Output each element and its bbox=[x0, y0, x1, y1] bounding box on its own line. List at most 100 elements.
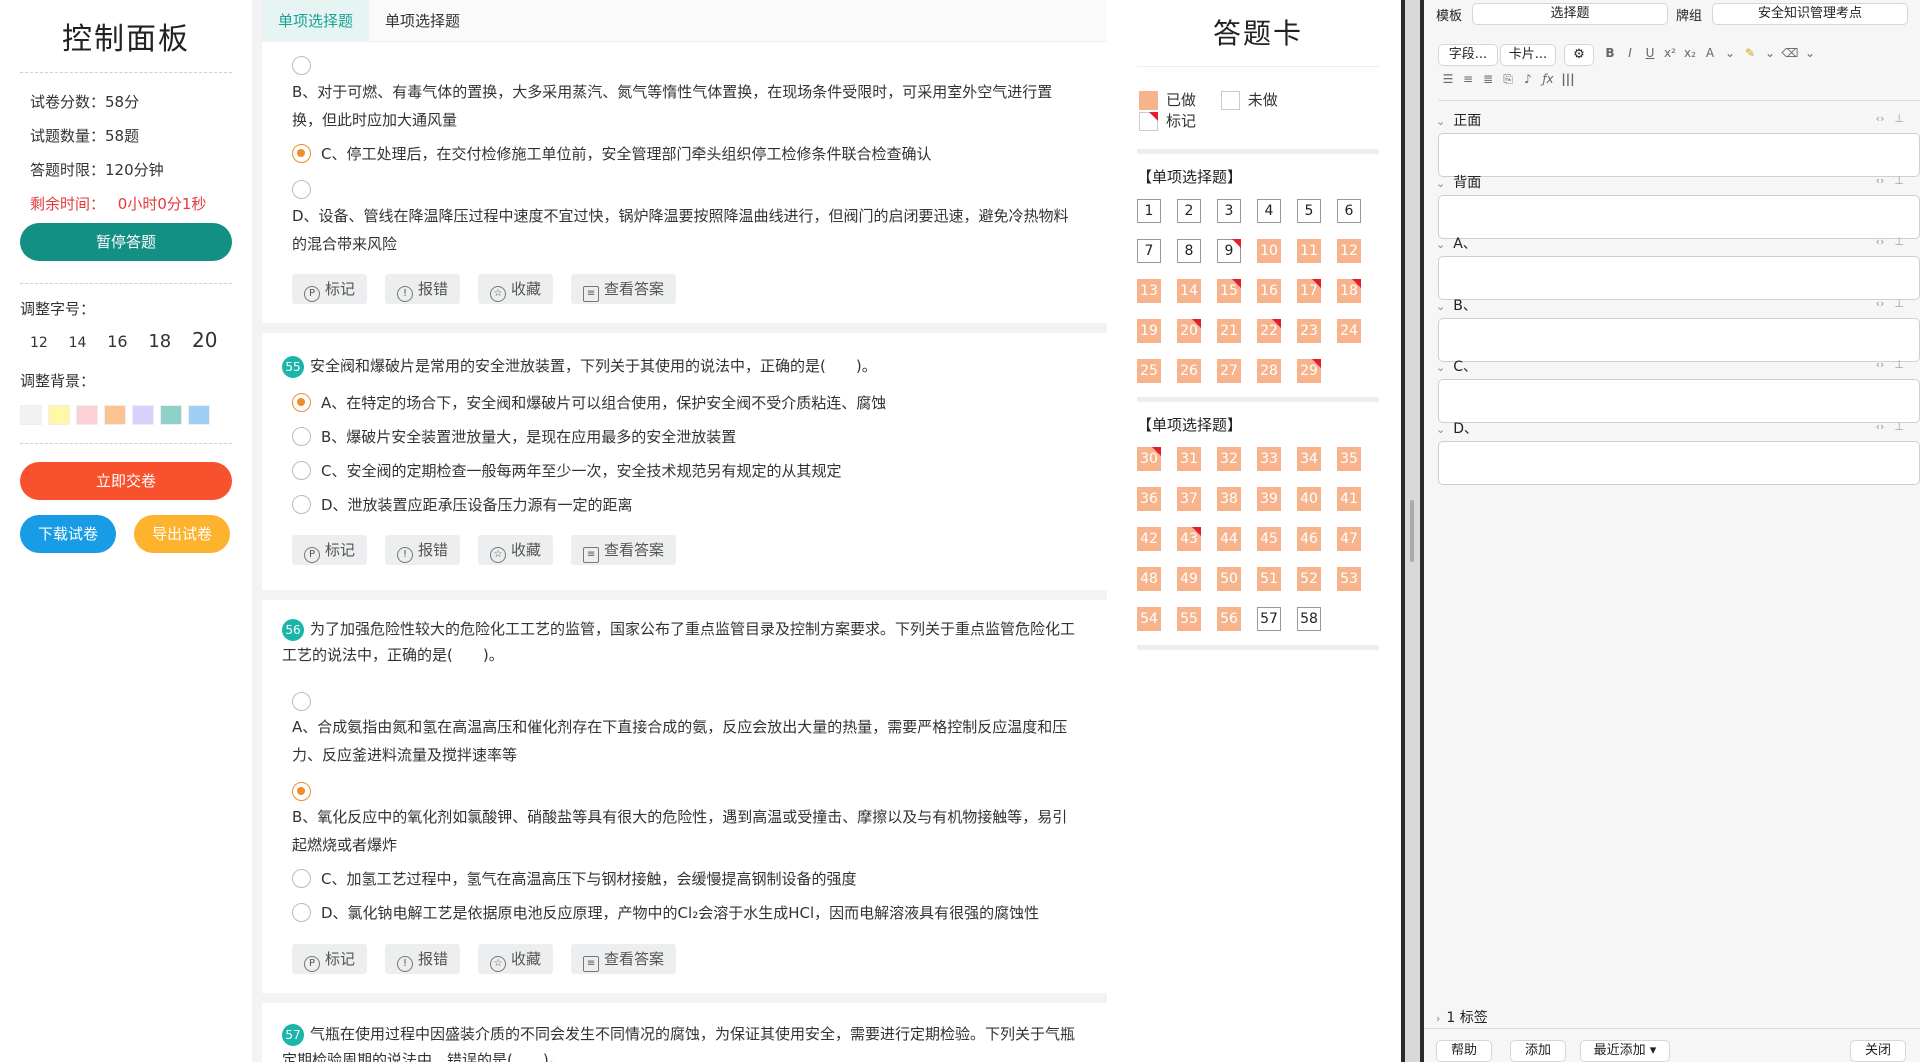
option-a[interactable] bbox=[292, 52, 1077, 80]
deck-select[interactable]: 安全知识管理考点 bbox=[1712, 3, 1908, 25]
radio-d[interactable] bbox=[292, 494, 311, 514]
answer-cell[interactable]: 26 bbox=[1177, 359, 1201, 383]
option-c[interactable]: C、加氢工艺过程中，氢气在高温高压下与钢材接触，会缓慢提高钢制设备的强度 bbox=[292, 865, 1077, 893]
option-d[interactable]: D、氯化钠电解工艺是依据原电池反应原理，产物中的Cl₂会溶于水生成HCl，因而电… bbox=[292, 899, 1077, 927]
answer-cell[interactable]: 5 bbox=[1297, 199, 1321, 223]
pin-icon[interactable]: ⊥ bbox=[1894, 235, 1904, 248]
option-a[interactable]: A、在特定的场合下，安全阀和爆破片可以组合使用，保护安全阀不受介质粘连、腐蚀 bbox=[292, 389, 1077, 417]
answer-cell[interactable]: 36 bbox=[1137, 487, 1161, 511]
report-button[interactable]: ! 报错 bbox=[385, 274, 461, 304]
mark-button[interactable]: P 标记 bbox=[292, 274, 368, 304]
option-d-radio-row[interactable] bbox=[292, 176, 1077, 204]
answer-cell[interactable]: 47 bbox=[1337, 527, 1361, 551]
font-size-12[interactable]: 12 bbox=[30, 335, 48, 351]
tags-toggle[interactable]: › 1 标签 bbox=[1436, 1007, 1488, 1027]
answer-cell[interactable]: 13 bbox=[1137, 279, 1161, 303]
answer-cell[interactable]: 18 bbox=[1337, 279, 1361, 303]
history-button[interactable]: 最近添加 ▾ bbox=[1580, 1040, 1670, 1062]
answer-cell[interactable]: 14 bbox=[1177, 279, 1201, 303]
collapse-icon[interactable]: ⌄ bbox=[1436, 423, 1445, 436]
option-c[interactable]: C、停工处理后，在交付检修施工单位前，安全管理部门牵头组织停工检修条件联合检查确… bbox=[292, 140, 1077, 168]
answer-cell[interactable]: 29 bbox=[1297, 359, 1321, 383]
answer-cell[interactable]: 24 bbox=[1337, 319, 1361, 343]
close-button[interactable]: 关闭 bbox=[1850, 1040, 1906, 1062]
field-label[interactable]: ⌄ 背面 bbox=[1436, 172, 1481, 192]
field-label[interactable]: ⌄ C、 bbox=[1436, 356, 1477, 376]
subscript-icon[interactable]: x₂ bbox=[1680, 46, 1700, 60]
template-select[interactable]: 选择题 bbox=[1472, 3, 1668, 25]
bg-swatch[interactable] bbox=[132, 404, 154, 425]
favorite-button[interactable]: ☆ 收藏 bbox=[478, 944, 554, 974]
answer-cell[interactable]: 1 bbox=[1137, 199, 1161, 223]
answer-cell[interactable]: 15 bbox=[1217, 279, 1241, 303]
microphone-icon[interactable]: ♪ bbox=[1518, 72, 1538, 86]
answer-cell[interactable]: 53 bbox=[1337, 567, 1361, 591]
field-editor[interactable] bbox=[1438, 317, 1920, 362]
font-size-18[interactable]: 18 bbox=[148, 331, 171, 352]
radio-a-selected[interactable] bbox=[292, 392, 311, 412]
mark-button[interactable]: P 标记 bbox=[292, 944, 368, 974]
field-editor[interactable] bbox=[1438, 133, 1920, 177]
answer-cell[interactable]: 12 bbox=[1337, 239, 1361, 263]
answer-cell[interactable]: 2 bbox=[1177, 199, 1201, 223]
view-answer-button[interactable]: ≡ 查看答案 bbox=[571, 535, 677, 565]
answer-cell[interactable]: 37 bbox=[1177, 487, 1201, 511]
answer-cell[interactable]: 21 bbox=[1217, 319, 1241, 343]
tab-single-choice-active[interactable]: 单项选择题 bbox=[262, 0, 370, 42]
answer-cell[interactable]: 20 bbox=[1177, 319, 1201, 343]
answer-cell[interactable]: 34 bbox=[1297, 447, 1321, 471]
radio-c[interactable] bbox=[292, 868, 311, 888]
text-color-icon[interactable]: A bbox=[1700, 46, 1720, 60]
html-toggle-icon[interactable]: ‹› bbox=[1876, 358, 1885, 371]
field-label[interactable]: ⌄ D、 bbox=[1436, 418, 1478, 438]
answer-cell[interactable]: 55 bbox=[1177, 607, 1201, 631]
bg-swatch[interactable] bbox=[48, 404, 70, 425]
html-toggle-icon[interactable]: ‹› bbox=[1876, 235, 1885, 248]
field-editor[interactable] bbox=[1438, 256, 1920, 300]
answer-cell[interactable]: 7 bbox=[1137, 239, 1161, 263]
window-splitter[interactable] bbox=[1401, 0, 1424, 1062]
option-c[interactable]: C、安全阀的定期检查一般每两年至少一次，安全技术规范另有规定的从其规定 bbox=[292, 457, 1077, 485]
favorite-button[interactable]: ☆ 收藏 bbox=[478, 535, 554, 565]
font-size-20[interactable]: 20 bbox=[192, 328, 217, 352]
view-answer-button[interactable]: ≡ 查看答案 bbox=[571, 944, 677, 974]
answer-cell[interactable]: 4 bbox=[1257, 199, 1281, 223]
answer-cell[interactable]: 44 bbox=[1217, 527, 1241, 551]
answer-cell[interactable]: 56 bbox=[1217, 607, 1241, 631]
answer-cell[interactable]: 6 bbox=[1337, 199, 1361, 223]
answer-cell[interactable]: 58 bbox=[1297, 607, 1321, 631]
answer-cell[interactable]: 51 bbox=[1257, 567, 1281, 591]
collapse-icon[interactable]: ⌄ bbox=[1436, 361, 1445, 374]
collapse-icon[interactable]: ⌄ bbox=[1436, 177, 1445, 190]
answer-cell[interactable]: 11 bbox=[1297, 239, 1321, 263]
pin-icon[interactable]: ⊥ bbox=[1894, 112, 1904, 125]
field-label[interactable]: ⌄ B、 bbox=[1436, 295, 1477, 315]
italic-icon[interactable]: I bbox=[1620, 46, 1640, 60]
answer-cell[interactable]: 28 bbox=[1257, 359, 1281, 383]
option-a-radio-row[interactable] bbox=[292, 688, 1077, 716]
option-d[interactable]: D、泄放装置应距承压设备压力源有一定的距离 bbox=[292, 491, 1077, 519]
collapse-icon[interactable]: ⌄ bbox=[1436, 300, 1445, 313]
answer-cell[interactable]: 3 bbox=[1217, 199, 1241, 223]
radio-c-selected[interactable] bbox=[292, 143, 311, 163]
field-editor[interactable] bbox=[1438, 194, 1920, 239]
html-toggle-icon[interactable]: ‹› bbox=[1876, 297, 1885, 310]
html-toggle-icon[interactable]: ‹› bbox=[1876, 174, 1885, 187]
chevron-down-icon[interactable]: ⌄ bbox=[1800, 46, 1820, 60]
radio-b[interactable] bbox=[292, 426, 311, 446]
radio-a[interactable] bbox=[292, 55, 311, 75]
bg-swatch[interactable] bbox=[76, 404, 98, 425]
fields-button[interactable]: 字段... bbox=[1438, 44, 1498, 66]
answer-cell[interactable]: 17 bbox=[1297, 279, 1321, 303]
answer-cell[interactable]: 9 bbox=[1217, 239, 1241, 263]
attachment-icon[interactable]: ⎘ bbox=[1498, 72, 1518, 87]
answer-cell[interactable]: 48 bbox=[1137, 567, 1161, 591]
answer-cell[interactable]: 23 bbox=[1297, 319, 1321, 343]
help-button[interactable]: 帮助 bbox=[1436, 1040, 1492, 1062]
pin-icon[interactable]: ⊥ bbox=[1894, 420, 1904, 433]
answer-cell[interactable]: 45 bbox=[1257, 527, 1281, 551]
answer-cell[interactable]: 40 bbox=[1297, 487, 1321, 511]
answer-cell[interactable]: 41 bbox=[1337, 487, 1361, 511]
export-button[interactable]: 导出试卷 bbox=[134, 514, 230, 553]
pin-icon[interactable]: ⊥ bbox=[1894, 174, 1904, 187]
